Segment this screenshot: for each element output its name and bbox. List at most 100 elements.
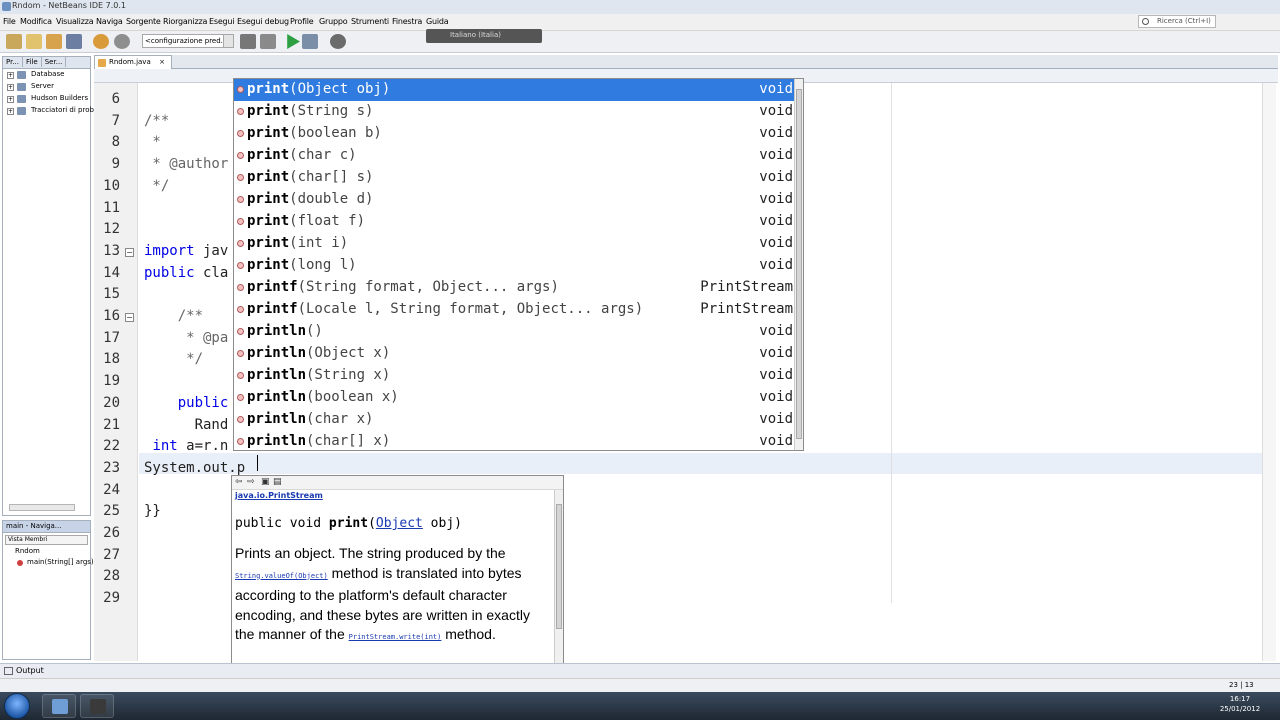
javadoc-popup: ⇦ ⇨ ▣ ▤ java.io.PrintStream public void … bbox=[231, 475, 564, 674]
menu-riorganizza[interactable]: Riorganizza bbox=[163, 17, 207, 26]
output-icon bbox=[4, 667, 13, 675]
completion-item[interactable]: print (double d) void bbox=[234, 189, 795, 211]
menu-esegui[interactable]: Esegui bbox=[209, 17, 235, 26]
back-arrow-icon[interactable]: ⇦ bbox=[235, 478, 245, 487]
navigator-view-select[interactable]: Vista Membri bbox=[5, 535, 88, 545]
code-completion-popup: print (Object obj) void print (String s) void… bbox=[233, 78, 804, 451]
undo-icon[interactable] bbox=[93, 34, 109, 49]
completion-item[interactable]: print (Object obj) void bbox=[234, 79, 795, 101]
menu-file[interactable]: File bbox=[3, 17, 16, 26]
completion-item[interactable]: print (int i) void bbox=[234, 233, 795, 255]
navigator-panel: main - Naviga... Vista Membri Rndom main… bbox=[2, 520, 94, 660]
menu-modifica[interactable]: Modifica bbox=[20, 17, 52, 26]
new-file-icon[interactable] bbox=[26, 34, 42, 49]
doc-link-write[interactable]: PrintStream.write(int) bbox=[349, 633, 442, 641]
menu-profile[interactable]: Profile bbox=[290, 17, 314, 26]
menu-strumenti[interactable]: Strumenti bbox=[351, 17, 389, 26]
completion-item[interactable]: println (String x) void bbox=[234, 365, 795, 387]
completion-method-name: println bbox=[247, 345, 307, 361]
navigator-method-item[interactable]: main(String[] args) bbox=[3, 558, 94, 569]
completion-item[interactable]: print (char c) void bbox=[234, 145, 795, 167]
tree-item-database[interactable]: + Database bbox=[3, 69, 90, 81]
navigator-class-item[interactable]: Rndom bbox=[3, 547, 90, 558]
taskbar-app-netbeans[interactable] bbox=[42, 694, 76, 718]
expand-icon[interactable]: + bbox=[7, 72, 14, 79]
taskbar-app-2[interactable] bbox=[80, 694, 114, 718]
completion-item[interactable]: print (float f) void bbox=[234, 211, 795, 233]
clean-build-icon[interactable] bbox=[260, 34, 276, 49]
run-icon[interactable] bbox=[287, 34, 300, 49]
output-tab[interactable]: Output bbox=[16, 666, 44, 675]
search-icon bbox=[1142, 18, 1149, 25]
fold-toggle-icon[interactable]: − bbox=[125, 313, 134, 322]
server-icon bbox=[17, 83, 26, 91]
completion-params: () bbox=[306, 323, 323, 339]
scroll-thumb[interactable] bbox=[796, 89, 802, 439]
menu-visualizza[interactable]: Visualizza bbox=[56, 17, 94, 26]
completion-params: (float f) bbox=[289, 213, 365, 229]
javadoc-package-link[interactable]: java.io.PrintStream bbox=[235, 491, 323, 500]
title-bar: Rndom - NetBeans IDE 7.0.1 bbox=[0, 0, 1280, 14]
tree-item-server[interactable]: + Server bbox=[3, 81, 90, 93]
completion-params: (Object x) bbox=[306, 345, 391, 361]
close-icon[interactable]: × bbox=[159, 58, 165, 66]
system-clock[interactable]: 16:17 25/01/2012 bbox=[1212, 694, 1268, 714]
javadoc-scrollbar[interactable] bbox=[554, 490, 563, 673]
method-icon bbox=[237, 196, 244, 203]
line-number: 8 bbox=[111, 134, 120, 151]
completion-item[interactable]: println (char[] x) void bbox=[234, 431, 795, 453]
completion-item[interactable]: println (char x) void bbox=[234, 409, 795, 431]
horizontal-scrollbar[interactable] bbox=[9, 504, 75, 511]
doc-link-valueof[interactable]: String.valueOf(Object) bbox=[235, 572, 328, 580]
tab-files[interactable]: File bbox=[23, 57, 42, 67]
goto-source-icon[interactable]: ▤ bbox=[273, 478, 283, 487]
completion-method-name: print bbox=[247, 147, 290, 163]
completion-item[interactable]: println (boolean x) void bbox=[234, 387, 795, 409]
profile-icon[interactable] bbox=[330, 34, 346, 49]
completion-item[interactable]: print (char[] s) void bbox=[234, 167, 795, 189]
code-line: import jav bbox=[144, 242, 229, 259]
start-button[interactable] bbox=[4, 693, 30, 719]
completion-item[interactable]: print (String s) void bbox=[234, 101, 795, 123]
completion-item[interactable]: print (boolean b) void bbox=[234, 123, 795, 145]
completion-return-type: void bbox=[759, 235, 793, 251]
tab-projects[interactable]: Pr... bbox=[3, 57, 24, 67]
line-number: 13 bbox=[103, 242, 120, 259]
completion-item[interactable]: print (long l) void bbox=[234, 255, 795, 277]
completion-scrollbar[interactable] bbox=[794, 79, 803, 450]
tree-item-issue-trackers[interactable]: + Tracciatori di probl bbox=[3, 105, 96, 117]
expand-icon[interactable]: + bbox=[7, 96, 14, 103]
configuration-select[interactable]: <configurazione pred... bbox=[142, 34, 234, 48]
open-project-icon[interactable] bbox=[46, 34, 62, 49]
expand-icon[interactable]: + bbox=[7, 108, 14, 115]
debug-icon[interactable] bbox=[302, 34, 318, 49]
open-external-icon[interactable]: ▣ bbox=[261, 478, 271, 487]
scroll-thumb[interactable] bbox=[556, 504, 562, 629]
menu-guida[interactable]: Guida bbox=[426, 17, 449, 26]
completion-item[interactable]: println() void bbox=[234, 321, 795, 343]
method-icon bbox=[237, 438, 244, 445]
redo-icon[interactable] bbox=[114, 34, 130, 49]
new-project-icon[interactable] bbox=[6, 34, 22, 49]
language-indicator[interactable]: Italiano (Italia) bbox=[426, 29, 542, 43]
menu-finestra[interactable]: Finestra bbox=[392, 17, 422, 26]
menu-sorgente[interactable]: Sorgente bbox=[126, 17, 161, 26]
tree-item-hudson[interactable]: + Hudson Builders bbox=[3, 93, 90, 105]
editor-tab-rndom[interactable]: Rndom.java × bbox=[94, 55, 172, 69]
menu-naviga[interactable]: Naviga bbox=[96, 17, 123, 26]
save-all-icon[interactable] bbox=[66, 34, 82, 49]
menu-gruppo[interactable]: Gruppo bbox=[319, 17, 348, 26]
expand-icon[interactable]: + bbox=[7, 84, 14, 91]
completion-item[interactable]: printf (Locale l, String format, Object..… bbox=[234, 299, 795, 321]
search-input[interactable]: Ricerca (Ctrl+I) bbox=[1138, 15, 1216, 28]
completion-item[interactable]: printf (String format, Object... args) Pri… bbox=[234, 277, 795, 299]
build-icon[interactable] bbox=[240, 34, 256, 49]
fold-toggle-icon[interactable]: − bbox=[125, 247, 134, 257]
menu-esegui-debug[interactable]: Esegui debug bbox=[237, 17, 289, 26]
tree-label: Hudson Builders bbox=[31, 94, 89, 102]
forward-arrow-icon[interactable]: ⇨ bbox=[247, 478, 257, 487]
completion-return-type: PrintStream bbox=[700, 279, 793, 295]
sig-type-link[interactable]: Object bbox=[376, 516, 423, 531]
tab-services[interactable]: Ser... bbox=[42, 57, 67, 67]
completion-item[interactable]: println (Object x) void bbox=[234, 343, 795, 365]
